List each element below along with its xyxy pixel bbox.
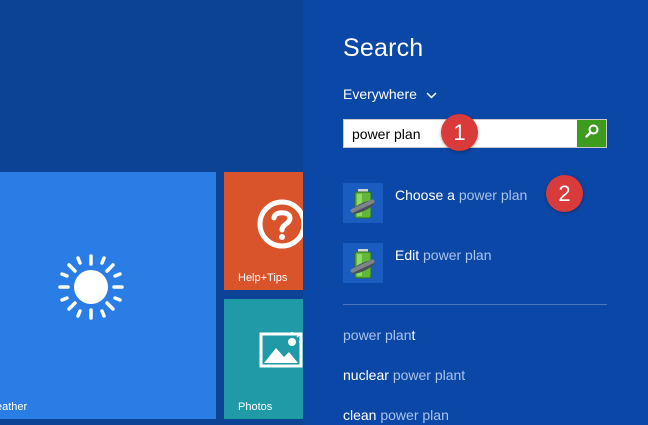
- help-tips-tile[interactable]: Help+Tips: [224, 172, 303, 290]
- start-screen: eather Help+Tips Photos: [0, 0, 303, 425]
- result-match: power plan: [423, 247, 492, 263]
- weather-tile-label: eather: [0, 401, 28, 413]
- result-prefix: Choose a: [395, 187, 459, 203]
- suggestion-text: nuclear: [343, 367, 393, 383]
- suggestion-highlight: power plant: [392, 367, 466, 383]
- search-scope-dropdown[interactable]: Everywhere: [343, 86, 437, 102]
- sun-icon: [58, 254, 124, 320]
- result-edit-power-plan[interactable]: Edit power plan: [343, 243, 492, 283]
- battery-settings-icon: [343, 183, 383, 223]
- search-charm-panel: Search Everywhere power plan Choose a po…: [303, 0, 648, 425]
- suggestion-text: power plan: [343, 327, 412, 343]
- suggestion-item[interactable]: power plant: [343, 327, 415, 343]
- result-label: Edit power plan: [395, 247, 492, 263]
- result-label: Choose a power plan: [395, 187, 527, 203]
- suggestion-item[interactable]: clean power plan: [343, 407, 449, 423]
- question-mark-icon: [256, 198, 303, 250]
- weather-tile[interactable]: eather: [0, 172, 216, 419]
- chevron-down-icon: [426, 86, 437, 102]
- search-scope-label: Everywhere: [343, 86, 417, 102]
- callout-badge-1: 1: [441, 114, 478, 151]
- callout-badge-2: 2: [546, 175, 583, 212]
- suggestion-highlight: t: [411, 327, 416, 343]
- result-prefix: Edit: [395, 247, 424, 263]
- photo-icon: [258, 326, 303, 374]
- help-tile-label: Help+Tips: [238, 272, 288, 284]
- suggestion-item[interactable]: nuclear power plant: [343, 367, 465, 383]
- search-icon: [584, 124, 599, 143]
- result-match: power plan: [458, 187, 528, 203]
- result-choose-power-plan[interactable]: Choose a power plan: [343, 183, 527, 223]
- photos-tile-label: Photos: [238, 401, 273, 413]
- photos-tile[interactable]: Photos: [224, 299, 303, 419]
- suggestion-highlight: power plan: [380, 407, 449, 423]
- panel-title: Search: [343, 34, 424, 62]
- divider: [343, 304, 607, 305]
- battery-settings-icon: [343, 243, 383, 283]
- suggestion-text: clean: [343, 407, 381, 423]
- search-button[interactable]: [577, 120, 606, 147]
